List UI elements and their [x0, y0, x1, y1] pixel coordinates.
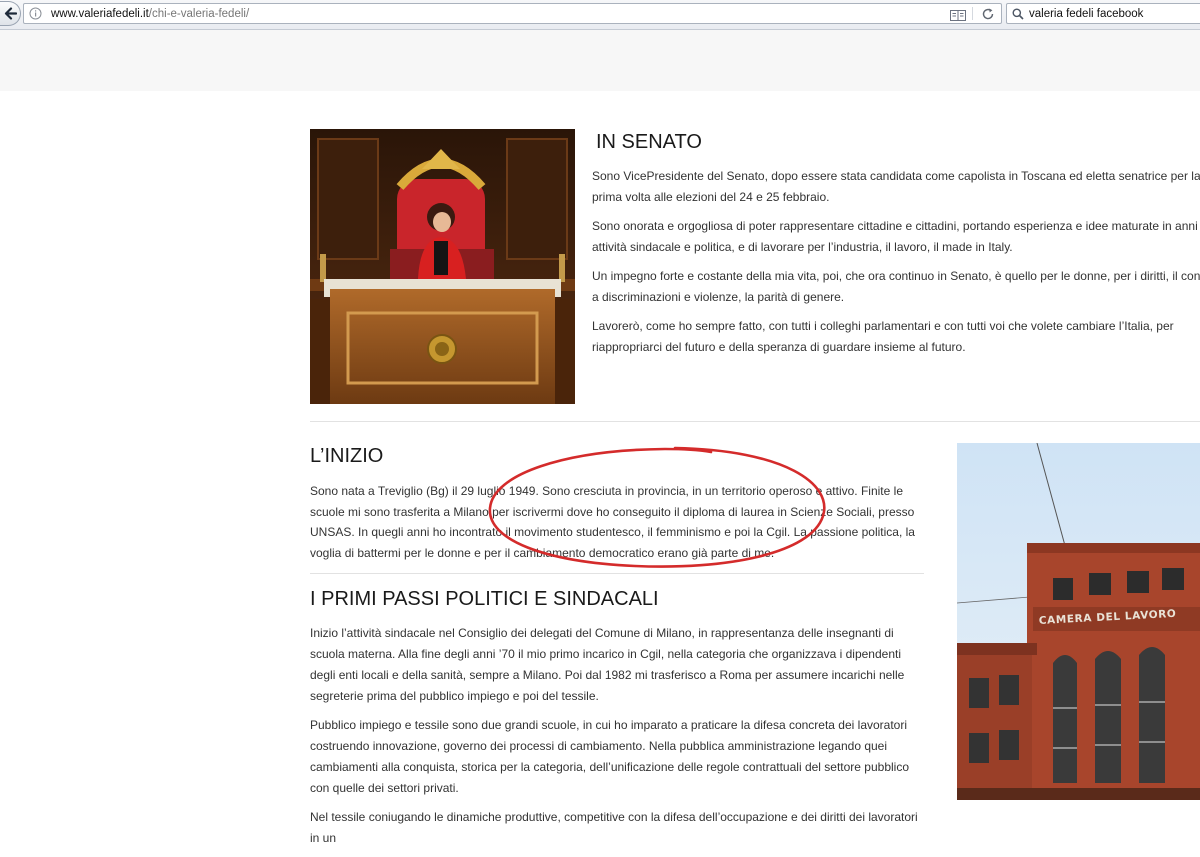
- section-title-senato: IN SENATO: [596, 131, 702, 153]
- browser-toolbar: www.valeriafedeli.it/chi-e-valeria-fedel…: [0, 0, 1200, 30]
- senato-paragraph: Lavorerò, come ho sempre fatto, con tutt…: [592, 319, 1174, 354]
- senato-paragraph: Sono onorata e orgogliosa di poter rappr…: [592, 219, 1200, 254]
- back-arrow-icon: [4, 7, 17, 20]
- reload-icon[interactable]: [981, 6, 995, 25]
- primi-passi-paragraph: Inizio l’attività sindacale nel Consigli…: [310, 626, 905, 703]
- site-info-icon[interactable]: [29, 7, 42, 20]
- url-text[interactable]: www.valeriafedeli.it/chi-e-valeria-fedel…: [51, 8, 249, 20]
- primi-passi-text: Inizio l’attività sindacale nel Consigli…: [310, 623, 928, 857]
- inizio-paragraph: Sono nata a Treviglio (Bg) il 29 luglio …: [310, 484, 915, 560]
- senate-photo: [310, 129, 575, 404]
- url-domain: www.valeriafedeli.it: [51, 7, 149, 20]
- section-divider: [310, 573, 924, 574]
- senato-paragraph: Sono VicePresidente del Senato, dopo ess…: [592, 169, 1200, 204]
- address-bar[interactable]: www.valeriafedeli.it/chi-e-valeria-fedel…: [23, 3, 1002, 24]
- reader-view-icon[interactable]: [950, 7, 966, 26]
- urlbar-separator: [972, 7, 973, 20]
- building-photo: CAMERA DEL LAVORO: [957, 443, 1200, 800]
- section-title-primi-passi: I PRIMI PASSI POLITICI E SINDACALI: [310, 588, 659, 610]
- url-path: /chi-e-valeria-fedeli/: [148, 7, 250, 20]
- primi-passi-paragraph: Pubblico impiego e tessile sono due gran…: [310, 718, 910, 795]
- senato-paragraph: Un impegno forte e costante della mia vi…: [592, 269, 1200, 304]
- back-button[interactable]: [0, 1, 21, 26]
- search-icon: [1012, 8, 1024, 20]
- section-title-inizio: L’INIZIO: [310, 445, 384, 467]
- search-bar[interactable]: valeria fedeli facebook: [1006, 3, 1200, 24]
- primi-passi-paragraph: Nel tessile coniugando le dinamiche prod…: [310, 810, 918, 845]
- site-header: [0, 30, 1200, 91]
- search-input-value[interactable]: valeria fedeli facebook: [1029, 8, 1143, 20]
- senato-text: Sono VicePresidente del Senato, dopo ess…: [592, 166, 1200, 366]
- section-divider: [310, 421, 1200, 422]
